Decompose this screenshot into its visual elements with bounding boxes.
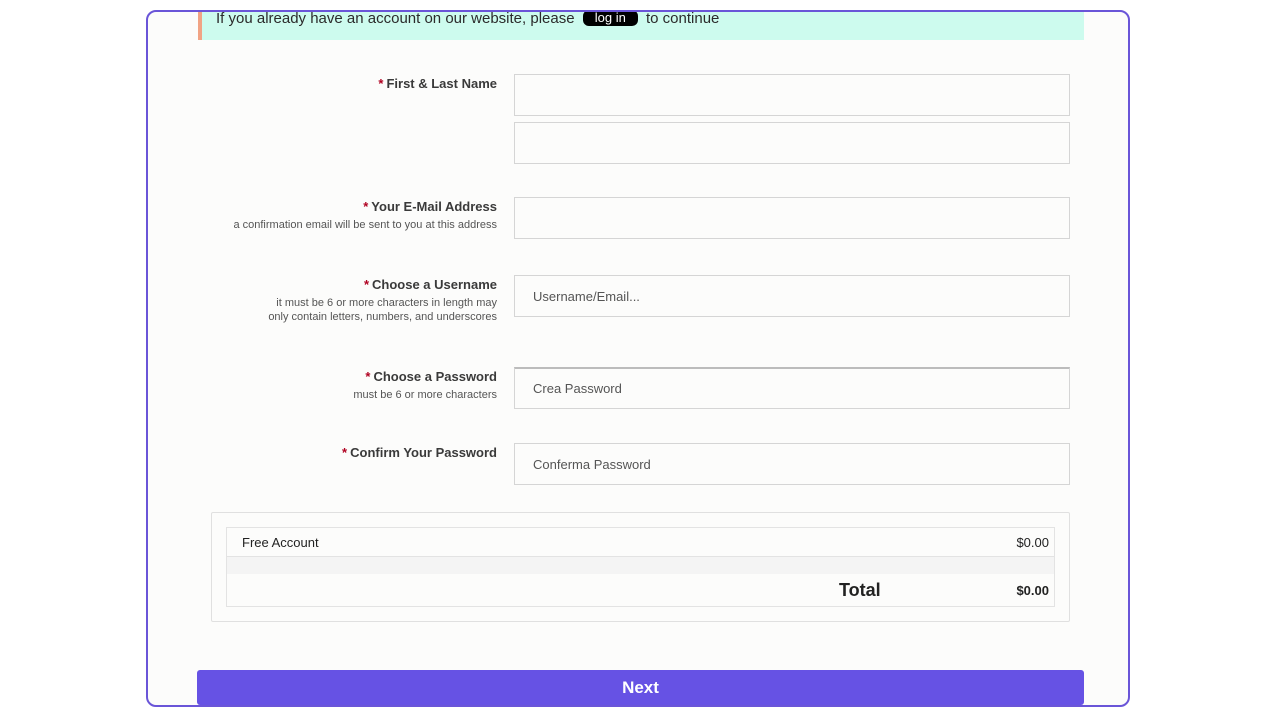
order-total-value: $0.00 (1016, 583, 1049, 598)
username-input[interactable] (514, 275, 1070, 317)
name-label: * First & Last Name (197, 76, 497, 92)
password-input[interactable] (514, 367, 1070, 409)
order-item-price: $0.00 (1016, 535, 1049, 550)
email-label-block: * Your E-Mail Address a confirmation emai… (197, 199, 497, 233)
required-marker: * (365, 369, 371, 384)
email-help-text: a confirmation email will be sent to you… (233, 219, 497, 231)
first-name-input[interactable] (514, 74, 1070, 116)
login-notice-text: If you already have an account on our we… (216, 10, 720, 27)
required-marker: * (342, 445, 348, 460)
name-label-block: * First & Last Name (197, 76, 497, 92)
login-notice-suffix: to continue (646, 10, 720, 27)
username-label-block: * Choose a Username it must be 6 or more … (257, 277, 497, 324)
last-name-input[interactable] (514, 122, 1070, 164)
email-label: * Your E-Mail Address (197, 199, 497, 215)
password-label: * Choose a Password (197, 369, 497, 385)
username-label: * Choose a Username (257, 277, 497, 293)
required-marker: * (363, 199, 369, 214)
name-label-text: First & Last Name (386, 76, 497, 91)
email-label-text: Your E-Mail Address (371, 199, 497, 214)
order-item-row: Free Account $0.00 (227, 528, 1054, 557)
confirm-password-input[interactable] (514, 443, 1070, 485)
password-label-text: Choose a Password (373, 369, 497, 384)
email-input[interactable] (514, 197, 1070, 239)
username-help-text: it must be 6 or more characters in lengt… (268, 297, 497, 323)
next-button[interactable]: Next (197, 670, 1084, 705)
login-notice-banner: If you already have an account on our we… (198, 10, 1084, 40)
registration-form-frame: If you already have an account on our we… (146, 10, 1130, 707)
order-summary: Free Account $0.00 Total $0.00 (211, 512, 1070, 622)
password-help-text: must be 6 or more characters (353, 389, 497, 401)
confirm-password-label: * Confirm Your Password (197, 445, 497, 461)
login-notice-prefix: If you already have an account on our we… (216, 10, 575, 27)
confirm-password-label-text: Confirm Your Password (350, 445, 497, 460)
required-marker: * (378, 76, 384, 91)
username-label-text: Choose a Username (372, 277, 497, 292)
order-summary-table: Free Account $0.00 Total $0.00 (226, 527, 1055, 607)
order-total-label: Total (839, 580, 881, 600)
order-item-name: Free Account (242, 535, 319, 550)
order-summary-spacer (227, 557, 1054, 574)
required-marker: * (363, 277, 369, 292)
login-button[interactable]: log in (582, 12, 638, 26)
confirm-password-label-block: * Confirm Your Password (197, 445, 497, 461)
password-label-block: * Choose a Password must be 6 or more cha… (197, 369, 497, 403)
